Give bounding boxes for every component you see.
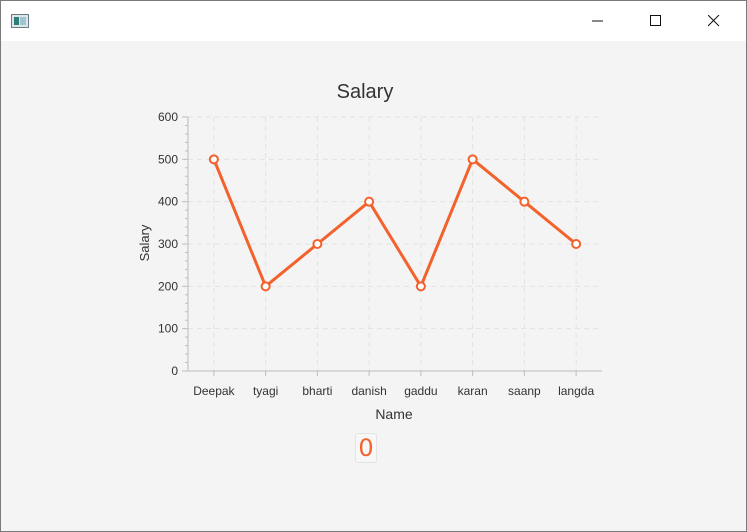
- data-point: [260, 281, 271, 292]
- y-tick-label: 200: [158, 279, 178, 293]
- x-tick-label: Deepak: [193, 384, 235, 398]
- y-tick-label: 600: [158, 110, 178, 124]
- x-tick-label: karan: [458, 384, 488, 398]
- counter-value[interactable]: 0: [355, 433, 377, 463]
- y-axis-label: Salary: [137, 224, 152, 261]
- chart-title: Salary: [337, 81, 394, 103]
- data-point: [312, 239, 323, 249]
- data-point: [364, 196, 375, 207]
- x-tick-label: tyagi: [253, 384, 278, 398]
- x-tick-label: gaddu: [404, 384, 437, 398]
- data-point: [415, 281, 426, 292]
- data-point: [519, 196, 530, 207]
- x-tick-label: danish: [351, 384, 386, 398]
- y-tick-label: 500: [158, 152, 178, 166]
- y-tick-label: 400: [158, 195, 178, 209]
- x-tick-label: saanp: [508, 384, 541, 398]
- y-tick-label: 100: [158, 322, 178, 336]
- y-tick-label: 0: [171, 364, 178, 378]
- y-tick-label: 300: [158, 237, 178, 251]
- series-line: [212, 157, 578, 288]
- x-axis-label: Name: [375, 406, 413, 422]
- app-window: Salary Salary Name 0 100 200 300 400 500 600 De…: [0, 0, 747, 532]
- x-tick-label: langda: [558, 384, 594, 398]
- data-point: [208, 154, 219, 165]
- x-tick-label: bharti: [302, 384, 332, 398]
- data-point: [467, 154, 478, 165]
- data-point: [571, 239, 582, 249]
